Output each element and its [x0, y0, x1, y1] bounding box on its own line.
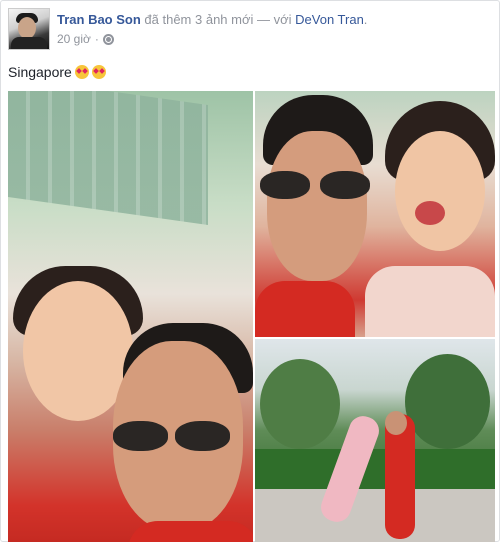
author-name-link[interactable]: Tran Bao Son — [57, 12, 141, 27]
avatar-body — [11, 37, 47, 49]
star-struck-emoji-icon — [91, 65, 106, 79]
tagged-person-link[interactable]: DeVon Tran — [295, 12, 364, 27]
hedge-shape — [255, 449, 495, 494]
red-shirt-shape — [128, 521, 253, 542]
canopy-shape — [8, 91, 208, 226]
photo-3[interactable] — [255, 339, 495, 542]
photo-1[interactable] — [8, 91, 253, 542]
red-shirt-shape — [255, 281, 355, 337]
globe-icon[interactable] — [102, 33, 114, 45]
post-timestamp[interactable]: 20 giờ — [57, 32, 91, 46]
man-face-shape — [267, 131, 367, 281]
meta-separator: · — [94, 32, 99, 46]
sunglasses-shape — [260, 171, 375, 201]
sunglasses-shape — [113, 421, 238, 451]
pink-jacket-shape — [365, 266, 495, 337]
action-text: đã thêm 3 ảnh mới — với — [140, 12, 296, 27]
star-struck-emoji-icon — [74, 65, 89, 79]
avatar-face — [18, 17, 36, 39]
tree-shape — [405, 354, 490, 449]
girl-mouth-shape — [415, 201, 445, 225]
photo-2[interactable] — [255, 91, 495, 337]
author-avatar[interactable] — [8, 8, 50, 50]
post-message: Singapore — [8, 64, 106, 80]
tree-shape — [260, 359, 340, 449]
facebook-post: Tran Bao Son đã thêm 3 ảnh mới — với DeV… — [0, 0, 500, 542]
girl-face-shape — [395, 131, 485, 251]
walkway-shape — [255, 489, 495, 542]
header-trailing: . — [363, 12, 368, 27]
man-head-shape — [385, 411, 407, 435]
post-meta: 20 giờ · — [57, 32, 114, 46]
post-header: Tran Bao Son đã thêm 3 ảnh mới — với DeV… — [57, 12, 367, 27]
message-text: Singapore — [8, 64, 72, 80]
